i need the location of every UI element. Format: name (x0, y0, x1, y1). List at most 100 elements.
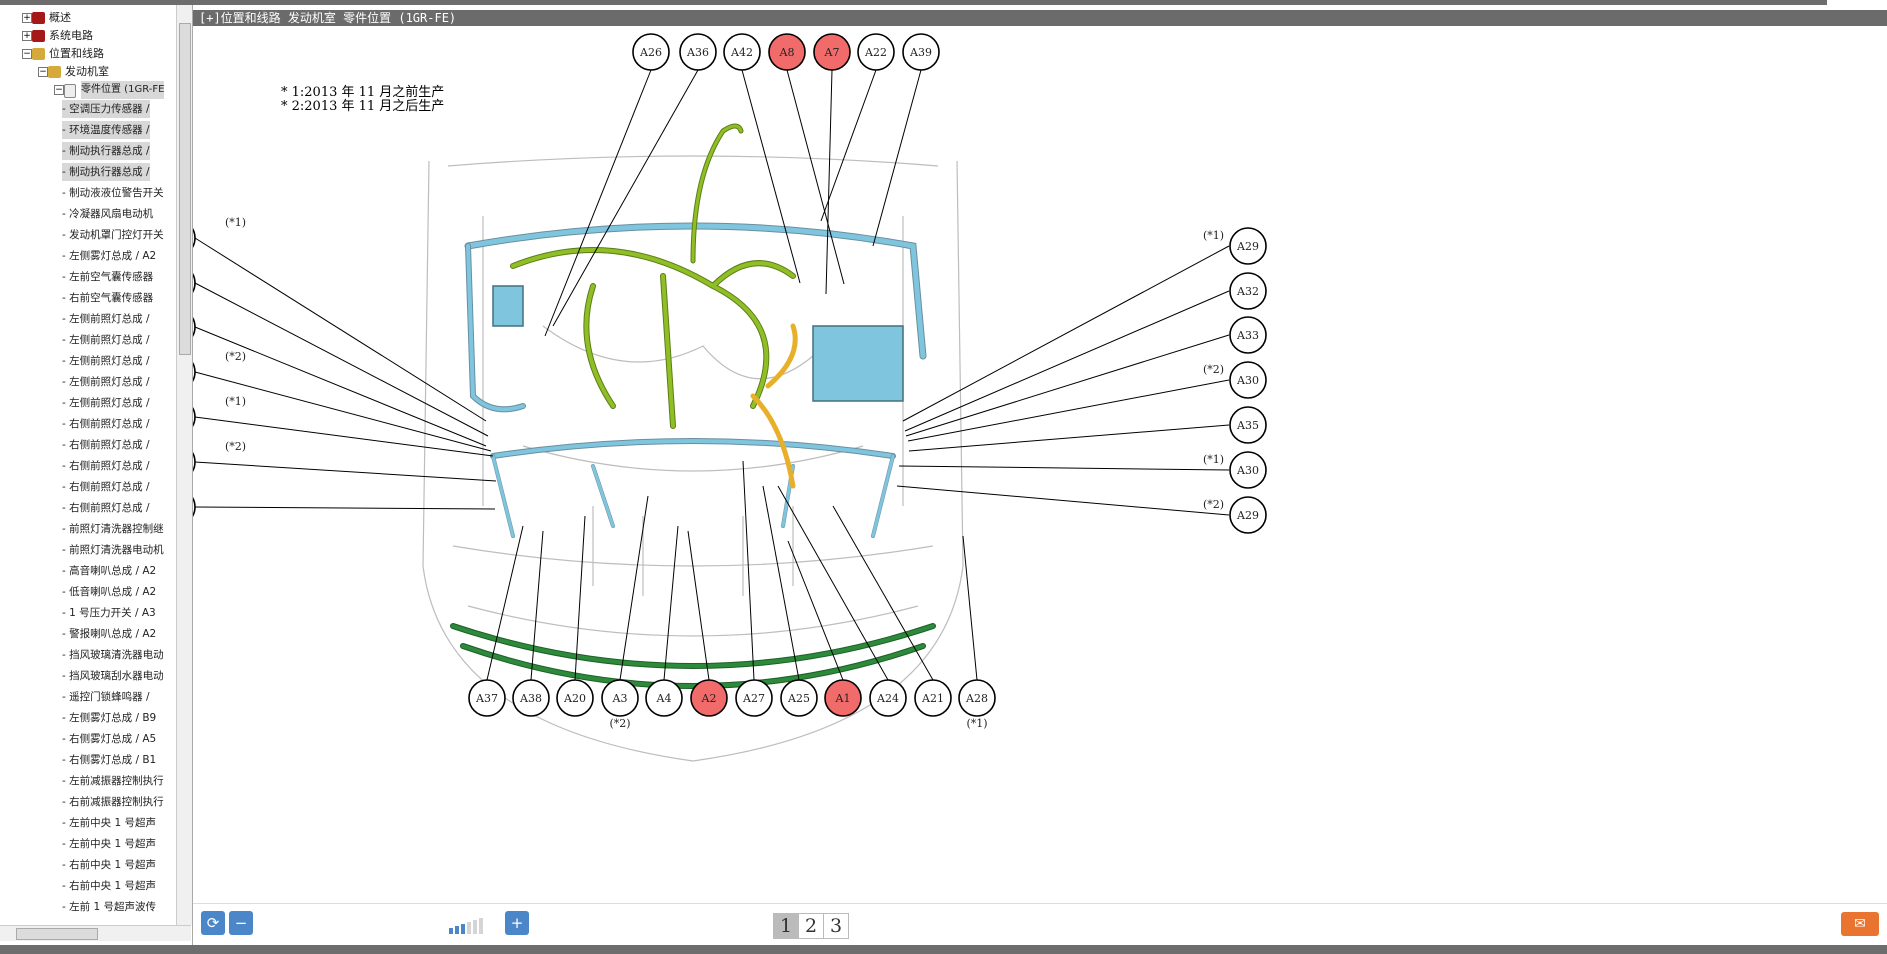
leader-line (872, 69, 922, 247)
tree-leaf-item[interactable]: - 右侧雾灯总成 / A5 (62, 730, 156, 748)
tree-leaf-item[interactable]: - 警报喇叭总成 / A2 (62, 625, 156, 643)
leader-line (962, 535, 978, 681)
tree-leaf-item[interactable]: - 制动执行器总成 / (62, 142, 150, 160)
connector-callout: A27 (735, 679, 773, 717)
connector-callout: A30 (1229, 451, 1267, 489)
leader-line (898, 465, 1230, 471)
tree-expander-icon[interactable]: − (38, 67, 48, 77)
harness-outline (465, 243, 526, 413)
book-icon (32, 12, 45, 24)
tree-expander-icon[interactable]: − (54, 85, 64, 95)
tree-leaf-item[interactable]: - 制动液液位警告开关 (62, 184, 164, 202)
tree-node[interactable]: 位置和线路 (49, 45, 104, 63)
page-title: [+]位置和线路 发动机室 零件位置 (1GR-FE) (199, 11, 457, 25)
connector-note: (*1) (225, 395, 246, 408)
zoom-level-bar[interactable] (455, 926, 459, 934)
tree-leaf-item[interactable]: - 右前中央 1 号超声 (62, 856, 156, 874)
zoom-level-bar[interactable] (461, 924, 465, 934)
tree-leaf-item[interactable]: - 右前空气囊传感器 (62, 289, 153, 307)
connector-circle (158, 443, 196, 481)
tree-leaf-item[interactable]: - 左侧前照灯总成 / (62, 394, 150, 412)
zoom-level-bar[interactable] (449, 928, 453, 934)
tree-leaf-item[interactable]: - 1 号压力开关 / A3 (62, 604, 156, 622)
tree-expander-icon[interactable]: + (22, 31, 32, 41)
zoom-level-bar[interactable] (479, 918, 483, 934)
zoom-level-bar[interactable] (467, 922, 471, 934)
connector-label: A30 (1236, 374, 1259, 387)
connector-label: A26 (639, 46, 662, 59)
tree-leaf-item[interactable]: - 左前空气囊传感器 (62, 268, 153, 286)
tree-leaf-item[interactable]: - 左前减振器控制执行 (62, 772, 164, 790)
tree-leaf-item[interactable]: - 制动执行器总成 / (62, 163, 150, 181)
tree-leaf-item[interactable]: - 挡风玻璃清洗器电动 (62, 646, 164, 664)
tree-leaf-item[interactable]: - 右侧前照灯总成 / (62, 415, 150, 433)
leader-line (908, 424, 1230, 452)
leader-line (832, 505, 934, 681)
zoom-level-bar[interactable] (473, 920, 477, 934)
tree-node[interactable]: 系统电路 (49, 27, 93, 45)
outline-stroke (542, 325, 814, 380)
tree-vertical-scrollbar[interactable] (176, 5, 192, 925)
tree-leaf-item[interactable]: - 左前中央 1 号超声 (62, 835, 156, 853)
tree-expander-icon[interactable]: − (22, 49, 32, 59)
connector-callout: A33 (1229, 316, 1267, 354)
tree-leaf-item[interactable]: - 挡风玻璃刮水器电动 (62, 667, 164, 685)
tree-leaf-item[interactable]: - 高音喇叭总成 / A2 (62, 562, 156, 580)
tree-leaf-item[interactable]: - 前照灯清洗器控制继 (62, 520, 164, 538)
tree-leaf-item[interactable]: - 左侧前照灯总成 / (62, 310, 150, 328)
tree-leaf-item[interactable]: - 发动机罩门控灯开关 (62, 226, 164, 244)
tree-node[interactable]: 概述 (49, 9, 71, 27)
tree-leaf-item[interactable]: - 低音喇叭总成 / A2 (62, 583, 156, 601)
connector-label: A22 (864, 46, 887, 59)
connector-callout: A2 (690, 679, 728, 717)
tree-expander-icon[interactable]: + (22, 13, 32, 23)
connector-callout: A21 (914, 679, 952, 717)
production-note: * 2:2013 年 11 月之后生产 (281, 99, 445, 114)
connector-callout: A8 (768, 33, 806, 71)
scroll-thumb[interactable] (179, 23, 191, 355)
tree-leaf-item[interactable]: - 冷凝器风扇电动机 (62, 205, 153, 223)
leader-line (530, 530, 544, 681)
tree-leaf-item[interactable]: - 右侧前照灯总成 / (62, 457, 150, 475)
tree-leaf-item[interactable]: - 右侧前照灯总成 / (62, 436, 150, 454)
tree-leaf-item[interactable]: - 左侧前照灯总成 / (62, 352, 150, 370)
tree-leaf-item[interactable]: - 右侧雾灯总成 / B1 (62, 751, 156, 769)
tree-leaf-item[interactable]: - 空调压力传感器 / (62, 100, 150, 118)
connector-callout: A7 (813, 33, 851, 71)
tree-leaf-item[interactable]: - 左前 1 号超声波传 (62, 898, 156, 916)
connector-label: A29 (1236, 240, 1259, 253)
tree-leaf-item[interactable]: - 右侧前照灯总成 / (62, 499, 150, 517)
feedback-icon[interactable]: ✉ (1841, 912, 1879, 936)
connector-label: A37 (475, 692, 498, 705)
tree-horizontal-scrollbar[interactable] (0, 925, 191, 941)
page-button[interactable]: 1 (773, 913, 799, 939)
tree-leaf-item[interactable]: - 遥控门锁蜂鸣器 / (62, 688, 150, 706)
tree-leaf-item[interactable]: - 右前减振器控制执行 (62, 793, 164, 811)
tree-leaf-item[interactable]: - 前照灯清洗器电动机 (62, 541, 164, 559)
window-controls[interactable] (1827, 0, 1887, 5)
tree-leaf-item[interactable]: - 左前中央 1 号超声 (62, 814, 156, 832)
tree-node[interactable]: 零件位置 (1GR-FE (81, 81, 165, 99)
tree-leaf-item[interactable]: - 左侧前照灯总成 / (62, 373, 150, 391)
leader-line (902, 245, 1230, 422)
page-button[interactable]: 2 (798, 913, 824, 939)
connector-callout: A46 (158, 264, 196, 302)
zoom-in-icon[interactable]: + (505, 911, 529, 935)
connector-note: (*2) (609, 717, 630, 730)
tree-node[interactable]: 发动机室 (65, 63, 109, 81)
tree-leaf-item[interactable]: - 右侧前照灯总成 / (62, 478, 150, 496)
tree-leaf-item[interactable]: - 左侧前照灯总成 / (62, 331, 150, 349)
tree-leaf-item[interactable]: - 右前中央 1 号超声 (62, 877, 156, 895)
front-harness (451, 624, 935, 688)
tree-leaf-item[interactable]: - 左侧雾灯总成 / A2 (62, 247, 156, 265)
connector-label: A27 (742, 692, 765, 705)
refresh-icon[interactable]: ⟳ (201, 911, 225, 935)
main-harness (466, 244, 525, 412)
connector-circle (158, 219, 196, 257)
connector-callout: A28 (958, 679, 996, 717)
zoom-out-icon[interactable]: − (229, 911, 253, 935)
scroll-thumb[interactable] (16, 928, 98, 940)
page-button[interactable]: 3 (823, 913, 849, 939)
tree-leaf-item[interactable]: - 环境温度传感器 / (62, 121, 150, 139)
tree-leaf-item[interactable]: - 左侧雾灯总成 / B9 (62, 709, 156, 727)
